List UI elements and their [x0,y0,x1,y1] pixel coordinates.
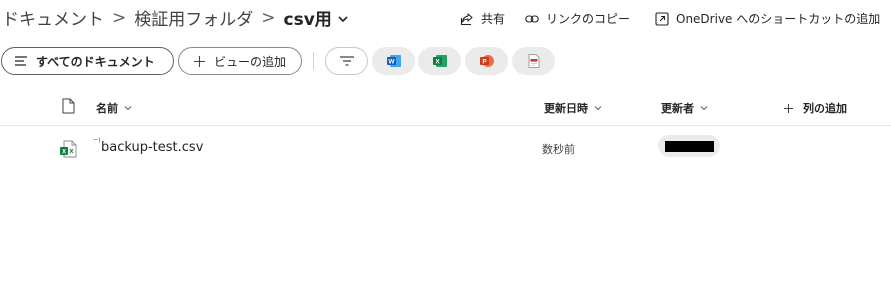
add-view-button[interactable]: ビューの追加 [178,47,302,75]
shortcut-icon [655,11,669,26]
toolbar-divider [313,52,314,70]
copy-link-button[interactable]: リンクのコピー [525,10,630,27]
column-name[interactable]: 名前 [96,100,132,116]
powerpoint-icon: P [479,55,494,67]
csv-file-icon: X [60,140,77,158]
view-all-documents-label: すべてのドキュメント [36,54,155,69]
filter-button[interactable] [325,47,368,75]
file-name-link[interactable]: backup-test.csv [101,140,203,155]
column-modified-by[interactable]: 更新者 [661,100,708,116]
breadcrumb: ドキュメント > 検証用フォルダ > csv用 [2,5,349,30]
pdf-icon [528,54,539,68]
column-modified[interactable]: 更新日時 [544,100,602,116]
chevron-down-icon [700,106,708,111]
svg-text:X: X [435,59,440,66]
filter-word-button[interactable]: W [372,47,415,75]
column-modified-label: 更新日時 [544,102,588,115]
chevron-down-icon [594,106,602,111]
add-shortcut-label: OneDrive へのショートカットの追加 [676,12,881,26]
view-all-documents-button[interactable]: すべてのドキュメント [1,47,174,75]
link-icon [525,14,539,23]
filter-pdf-button[interactable] [512,47,555,75]
filter-powerpoint-button[interactable]: P [465,47,508,75]
add-column-label: 列の追加 [803,102,847,115]
column-header-row: 名前 更新日時 更新者 列の追加 [0,92,891,126]
redacted-name [665,141,714,152]
list-icon [15,56,27,66]
filter-excel-button[interactable]: X [418,47,461,75]
excel-icon: X [432,55,447,67]
svg-text:X: X [62,149,66,155]
share-icon [460,12,473,25]
column-name-label: 名前 [96,102,118,115]
add-column-button[interactable]: 列の追加 [783,100,847,116]
modified-by-persona[interactable] [658,135,720,157]
breadcrumb-item-folder[interactable]: 検証用フォルダ [134,5,253,30]
breadcrumb-separator: > [112,7,127,28]
filter-icon [339,56,354,66]
file-modified: 数秒前 [542,143,575,156]
plus-icon [194,55,205,67]
breadcrumb-item-documents[interactable]: ドキュメント [2,5,104,30]
chevron-down-icon [124,106,132,111]
share-label: 共有 [481,12,506,26]
add-view-label: ビューの追加 [214,54,287,69]
column-modified-by-label: 更新者 [661,102,694,115]
breadcrumb-separator: > [261,7,276,28]
copy-link-label: リンクのコピー [546,12,631,26]
file-type-icon[interactable] [62,98,75,114]
share-button[interactable]: 共有 [460,10,505,27]
svg-text:W: W [388,59,395,66]
table-row[interactable]: X ⁻⁾ backup-test.csv 数秒前 [0,127,891,169]
header: ドキュメント > 検証用フォルダ > csv用 共有 リンクのコピー OneDr… [0,0,891,38]
new-item-icon: ⁻⁾ [93,137,101,148]
svg-text:P: P [482,59,487,66]
word-icon: W [386,55,401,67]
add-shortcut-button[interactable]: OneDrive へのショートカットの追加 [655,10,880,27]
breadcrumb-current[interactable]: csv用 [284,5,332,30]
chevron-down-icon[interactable] [337,13,349,25]
plus-icon [784,103,793,113]
